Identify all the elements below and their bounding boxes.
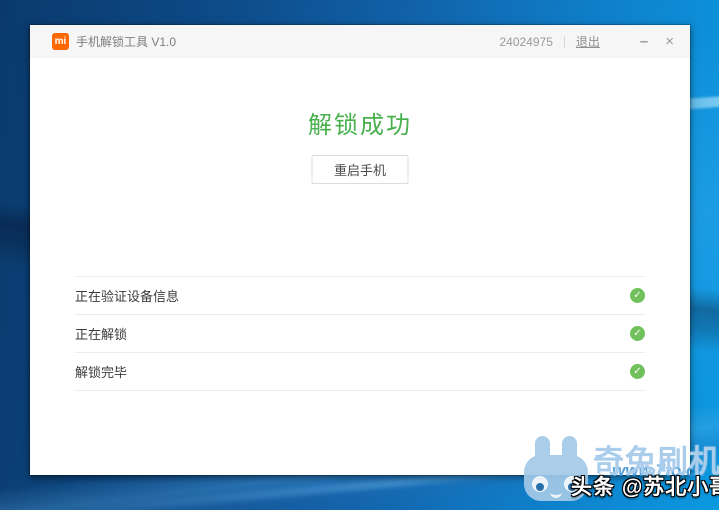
account-id: 24024975 bbox=[499, 34, 553, 49]
window-titlebar[interactable]: mi 手机解锁工具 V1.0 24024975 退出 – × bbox=[30, 25, 690, 58]
step-label: 正在验证设备信息 bbox=[75, 289, 180, 304]
step-label: 正在解锁 bbox=[75, 327, 128, 342]
minimize-button[interactable]: – bbox=[640, 34, 648, 49]
check-icon: ✓ bbox=[630, 288, 645, 303]
titlebar-divider bbox=[563, 35, 565, 48]
screen: mi 手机解锁工具 V1.0 24024975 退出 – × 解锁成功 重启手机… bbox=[0, 0, 719, 510]
unlock-tool-window: mi 手机解锁工具 V1.0 24024975 退出 – × 解锁成功 重启手机… bbox=[30, 25, 690, 475]
unlock-success-title: 解锁成功 bbox=[308, 112, 412, 139]
status-step-verify-device: 正在验证设备信息 ✓ bbox=[75, 277, 645, 315]
restart-phone-button[interactable]: 重启手机 bbox=[311, 155, 409, 184]
check-icon: ✓ bbox=[630, 364, 645, 379]
step-label: 解锁完毕 bbox=[75, 365, 128, 380]
watermark-credit: 头条 @苏北小哥 bbox=[571, 476, 719, 499]
status-step-unlock-complete: 解锁完毕 ✓ bbox=[75, 353, 645, 391]
window-title: 手机解锁工具 V1.0 bbox=[76, 35, 177, 49]
check-icon: ✓ bbox=[630, 326, 645, 341]
status-step-unlocking: 正在解锁 ✓ bbox=[75, 315, 645, 353]
titlebar-right-group: 24024975 退出 – × bbox=[499, 33, 674, 50]
logout-link[interactable]: 退出 bbox=[576, 33, 600, 50]
close-button[interactable]: × bbox=[665, 34, 674, 49]
mi-logo-icon: mi bbox=[52, 33, 69, 50]
status-step-list: 正在验证设备信息 ✓ 正在解锁 ✓ 解锁完毕 ✓ bbox=[75, 276, 645, 391]
